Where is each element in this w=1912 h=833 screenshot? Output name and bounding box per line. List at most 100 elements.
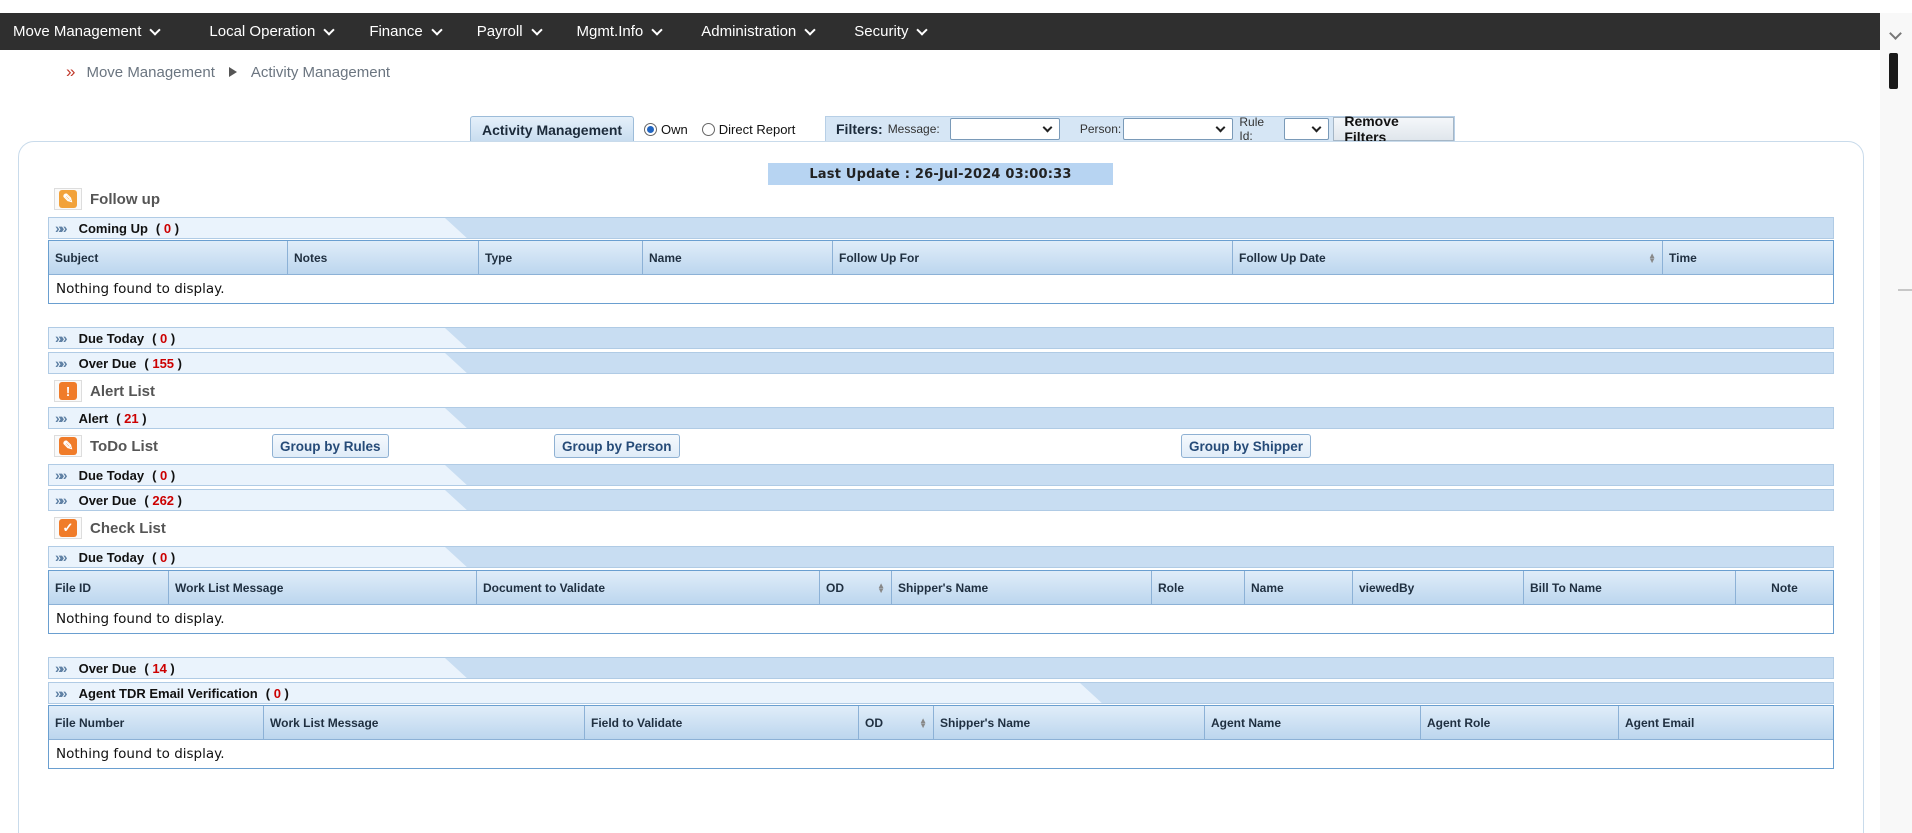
group-by-rules-button[interactable]: Group by Rules (272, 434, 389, 458)
col-label: Follow Up Date (1239, 250, 1326, 265)
col-od[interactable]: OD ▲ ▼ (820, 571, 892, 604)
agent-tdr-table: File Number Work List Message Field to V… (48, 705, 1834, 769)
bar-label: Due Today (78, 330, 145, 346)
scrollbar-thumb[interactable] (1889, 53, 1898, 89)
col-shippers-name[interactable]: Shipper's Name (934, 706, 1205, 739)
col-agent-role[interactable]: Agent Role (1421, 706, 1619, 739)
nav-local-operation[interactable]: Local Operation (196, 13, 346, 50)
empty-row: Nothing found to display. (56, 281, 225, 297)
chevron-down-icon[interactable] (1889, 27, 1902, 40)
double-chevron-icon: » (66, 62, 76, 81)
bar-label: Agent TDR Email Verification (78, 685, 258, 701)
person-label: Person: (1079, 122, 1122, 136)
todo-icon: ✎ (54, 435, 82, 457)
count-value: 0 (273, 685, 281, 701)
message-select[interactable] (949, 118, 1060, 140)
bar-label: Due Today (78, 549, 145, 565)
bar-count: ( 0 ) (152, 330, 176, 346)
remove-filters-button[interactable]: Remove Filters (1333, 113, 1455, 145)
radio-own-option[interactable]: Own (644, 122, 688, 137)
breadcrumb-root[interactable]: Move Management (86, 64, 214, 81)
group-by-person-button[interactable]: Group by Person (554, 434, 680, 458)
double-chevron-icon: »» (55, 492, 67, 508)
bar-label: Coming Up (78, 220, 148, 236)
col-name[interactable]: Name (1245, 571, 1353, 604)
count-value: 21 (124, 410, 139, 426)
todo-list-heading: ✎ ToDo List (54, 435, 158, 457)
col-bill-to-name[interactable]: Bill To Name (1524, 571, 1736, 604)
vertical-scrollbar[interactable] (1880, 13, 1912, 833)
col-work-list-message[interactable]: Work List Message (169, 571, 477, 604)
col-follow-up-for[interactable]: Follow Up For (833, 241, 1233, 274)
tab-row: Activity Management Own Direct Report (470, 116, 795, 142)
nav-payroll[interactable]: Payroll (464, 13, 554, 50)
alert-bar[interactable]: »» Alert ( 21 ) (48, 407, 1834, 429)
col-viewed-by[interactable]: viewedBy (1353, 571, 1524, 604)
nav-move-management[interactable]: Move Management (0, 13, 172, 50)
table-header: File ID Work List Message Document to Va… (49, 571, 1833, 605)
chevron-down-icon (804, 23, 816, 36)
group-by-shipper-button[interactable]: Group by Shipper (1181, 434, 1312, 458)
col-role[interactable]: Role (1152, 571, 1245, 604)
breadcrumb: » Move Management Activity Management (66, 62, 390, 82)
radio-direct-report[interactable] (701, 122, 715, 136)
count-value: 0 (160, 330, 168, 346)
check-due-today-bar[interactable]: »» Due Today ( 0 ) (48, 546, 1834, 568)
coming-up-bar[interactable]: »» Coming Up ( 0 ) (48, 217, 1834, 239)
nav-finance[interactable]: Finance (356, 13, 453, 50)
section-title: Check List (90, 519, 166, 537)
table-header: Subject Notes Type Name Follow Up For Fo… (49, 241, 1833, 275)
col-file-id[interactable]: File ID (49, 571, 169, 604)
col-notes[interactable]: Notes (288, 241, 479, 274)
message-label: Message: (887, 122, 940, 136)
radio-direct-option[interactable]: Direct Report (701, 122, 795, 137)
last-update: Last Update : 26-Jul-2024 03:00:33 (768, 163, 1113, 185)
count-value: 262 (152, 492, 175, 508)
agent-tdr-bar[interactable]: »» Agent TDR Email Verification ( 0 ) (48, 682, 1834, 704)
tab-activity-management[interactable]: Activity Management (470, 116, 635, 142)
col-note[interactable]: Note (1736, 571, 1833, 604)
double-chevron-icon: »» (55, 410, 67, 426)
sort-icon: ▲ ▼ (1648, 251, 1656, 265)
col-shippers-name[interactable]: Shipper's Name (892, 571, 1152, 604)
check-over-due-bar[interactable]: »» Over Due ( 14 ) (48, 657, 1834, 679)
nav-security[interactable]: Security (841, 13, 939, 50)
col-document-to-validate[interactable]: Document to Validate (477, 571, 820, 604)
col-time[interactable]: Time (1663, 241, 1833, 274)
todo-due-today-bar[interactable]: »» Due Today ( 0 ) (48, 464, 1834, 486)
count-value: 155 (152, 355, 175, 371)
rule-id-select[interactable] (1284, 118, 1330, 140)
count-value: 0 (160, 549, 168, 565)
nav-label: Payroll (476, 23, 523, 40)
bar-count: ( 21 ) (116, 410, 147, 426)
chevron-down-icon (651, 23, 663, 36)
col-agent-email[interactable]: Agent Email (1619, 706, 1833, 739)
radio-own[interactable] (644, 122, 658, 136)
col-subject[interactable]: Subject (49, 241, 288, 274)
todo-over-due-bar[interactable]: »» Over Due ( 262 ) (48, 489, 1834, 511)
double-chevron-icon: »» (55, 467, 67, 483)
follow-over-due-bar[interactable]: »» Over Due ( 155 ) (48, 352, 1834, 374)
nav-label: Local Operation (209, 23, 316, 40)
col-agent-name[interactable]: Agent Name (1205, 706, 1421, 739)
col-file-number[interactable]: File Number (49, 706, 264, 739)
col-follow-up-date[interactable]: Follow Up Date ▲ ▼ (1233, 241, 1663, 274)
follow-due-today-bar[interactable]: »» Due Today ( 0 ) (48, 327, 1834, 349)
double-chevron-icon: »» (55, 330, 67, 346)
person-select[interactable] (1123, 118, 1234, 140)
empty-row: Nothing found to display. (56, 611, 225, 627)
double-chevron-icon: »» (55, 549, 67, 565)
breadcrumb-current: Activity Management (250, 63, 391, 81)
col-od[interactable]: OD ▲ ▼ (859, 706, 934, 739)
nav-label: Security (854, 23, 909, 40)
col-name[interactable]: Name (643, 241, 833, 274)
nav-mgmt-info[interactable]: Mgmt.Info (564, 13, 675, 50)
nav-administration[interactable]: Administration (688, 13, 827, 50)
col-work-list-message[interactable]: Work List Message (264, 706, 585, 739)
sort-icon: ▲ ▼ (877, 581, 885, 595)
col-field-to-validate[interactable]: Field to Validate (585, 706, 859, 739)
alert-list-heading: ! Alert List (54, 380, 155, 402)
empty-row: Nothing found to display. (56, 746, 225, 762)
col-type[interactable]: Type (479, 241, 643, 274)
section-title: Alert List (90, 382, 156, 400)
